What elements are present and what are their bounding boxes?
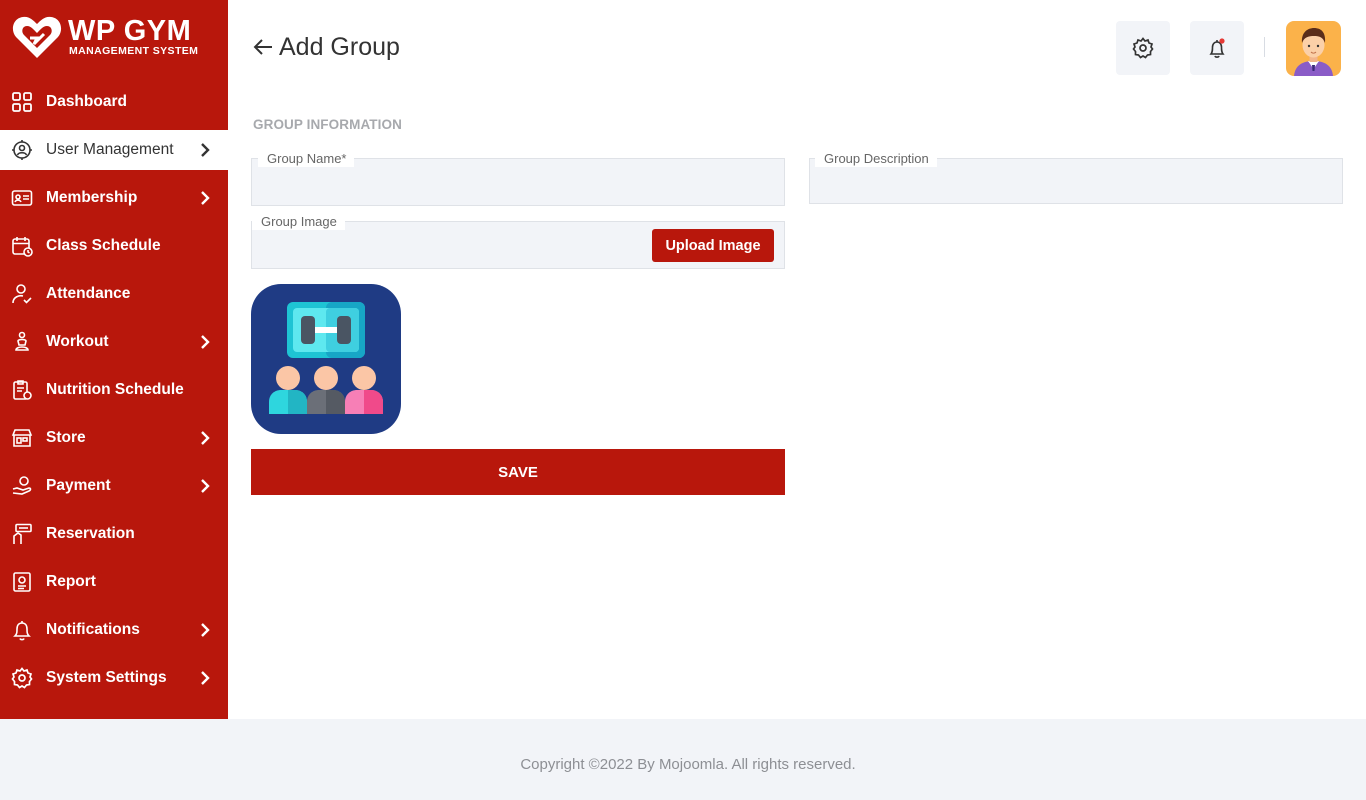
dashboard-grid-icon [12, 92, 32, 112]
membership-card-icon [11, 190, 33, 206]
sidebar-item-report[interactable]: Report [0, 562, 228, 602]
sidebar-item-user-management[interactable]: User Management [0, 130, 228, 170]
brand-logo[interactable]: WP GYM MANAGEMENT SYSTEM [12, 14, 222, 60]
payment-hand-icon [12, 476, 32, 495]
user-avatar-icon [1294, 28, 1333, 76]
group-name-input[interactable] [252, 159, 784, 205]
header-divider [1264, 37, 1265, 57]
brand-name: WP GYM [68, 15, 192, 47]
sidebar-item-label: User Management [46, 141, 174, 158]
user-avatar[interactable] [1286, 21, 1341, 76]
sidebar-item-reservation[interactable]: Reservation [0, 514, 228, 554]
gear-icon [1132, 37, 1154, 59]
sidebar-item-membership[interactable]: Membership [0, 178, 228, 218]
chevron-right-icon [201, 671, 210, 685]
sidebar-item-label: Nutrition Schedule [46, 381, 184, 398]
sidebar-item-label: Dashboard [46, 93, 127, 110]
sidebar: WP GYM MANAGEMENT SYSTEM Dashboard User … [0, 0, 228, 719]
heart-logo-icon [12, 16, 62, 58]
sidebar-item-class-schedule[interactable]: Class Schedule [0, 226, 228, 266]
page-header: Add Group [252, 30, 400, 64]
clipboard-apple-icon [13, 380, 32, 400]
save-button[interactable]: SAVE [251, 449, 785, 495]
group-workout-icon [269, 302, 383, 414]
sidebar-item-label: Class Schedule [46, 237, 161, 254]
sidebar-item-notifications[interactable]: Notifications [0, 610, 228, 650]
chevron-right-icon [201, 143, 210, 157]
sidebar-item-label: Payment [46, 477, 111, 494]
sidebar-item-system-settings[interactable]: System Settings [0, 658, 228, 698]
sidebar-item-label: Notifications [46, 621, 140, 638]
calendar-icon [12, 237, 33, 257]
section-title: GROUP INFORMATION [253, 117, 402, 132]
sidebar-item-label: Report [46, 573, 96, 590]
report-icon [13, 572, 31, 592]
reservation-icon [13, 523, 32, 544]
group-name-field: Group Name* [251, 151, 785, 206]
chevron-right-icon [201, 335, 210, 349]
sidebar-item-attendance[interactable]: Attendance [0, 274, 228, 314]
group-image-label: Group Image [252, 214, 345, 230]
arrow-left-icon[interactable] [252, 37, 274, 57]
sidebar-item-dashboard[interactable]: Dashboard [0, 82, 228, 122]
workout-icon [15, 331, 29, 351]
group-image-field: Group Image Upload Image [251, 214, 785, 269]
group-image-preview [251, 284, 401, 434]
sidebar-item-store[interactable]: Store [0, 418, 228, 458]
users-gear-icon [12, 140, 32, 160]
sidebar-item-label: Membership [46, 189, 138, 206]
bell-icon [13, 621, 31, 641]
group-description-field: Group Description [809, 151, 1343, 204]
store-icon [11, 429, 33, 447]
group-description-input[interactable] [810, 159, 1342, 203]
sidebar-item-payment[interactable]: Payment [0, 466, 228, 506]
chevron-right-icon [201, 479, 210, 493]
brand-subtitle: MANAGEMENT SYSTEM [69, 45, 199, 57]
bell-icon [1209, 38, 1225, 58]
gear-icon [11, 667, 33, 689]
sidebar-item-label: Attendance [46, 285, 131, 302]
copyright-text: Copyright ©2022 By Mojoomla. All rights … [520, 756, 856, 773]
notifications-button[interactable] [1190, 21, 1244, 75]
sidebar-item-nutrition-schedule[interactable]: Nutrition Schedule [0, 370, 228, 410]
settings-button[interactable] [1116, 21, 1170, 75]
sidebar-item-label: System Settings [46, 669, 167, 686]
chevron-right-icon [201, 191, 210, 205]
sidebar-item-label: Store [46, 429, 86, 446]
chevron-right-icon [201, 623, 210, 637]
footer: Copyright ©2022 By Mojoomla. All rights … [0, 719, 1366, 800]
sidebar-item-label: Workout [46, 333, 109, 350]
upload-image-button[interactable]: Upload Image [652, 229, 774, 262]
page-title: Add Group [279, 32, 400, 61]
chevron-right-icon [201, 431, 210, 445]
sidebar-item-workout[interactable]: Workout [0, 322, 228, 362]
sidebar-item-label: Reservation [46, 525, 135, 542]
user-check-icon [12, 284, 32, 304]
